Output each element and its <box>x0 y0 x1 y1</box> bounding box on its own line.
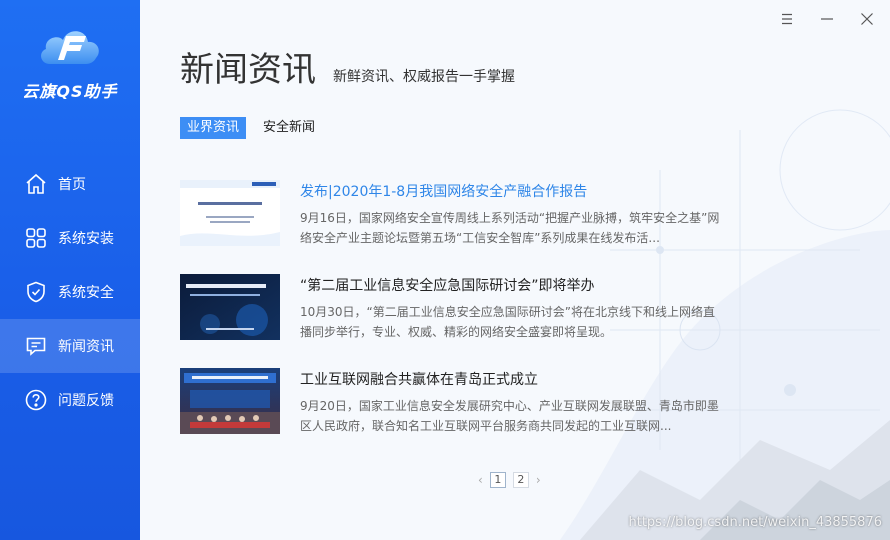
shield-check-icon <box>24 280 48 304</box>
sidebar-item-system-install[interactable]: 系统安装 <box>0 211 140 265</box>
help-circle-icon <box>24 388 48 412</box>
page-button-2[interactable]: 2 <box>512 472 529 488</box>
sidebar-item-feedback[interactable]: 问题反馈 <box>0 373 140 427</box>
news-thumbnail[interactable] <box>180 368 280 434</box>
news-item[interactable]: 发布|2020年1-8月我国网络安全产融合作报告 9月16日，国家网络安全宣传周… <box>180 180 740 274</box>
news-item[interactable]: “第二届工业信息安全应急国际研讨会”即将举办 10月30日，“第二届工业信息安全… <box>180 274 740 368</box>
watermark-url: https://blog.csdn.net/weixin_43855876 <box>628 515 882 530</box>
page-subtitle: 新鲜资讯、权威报告一手掌握 <box>333 69 515 85</box>
sidebar-item-system-security[interactable]: 系统安全 <box>0 265 140 319</box>
message-icon <box>24 334 48 358</box>
sidebar: 云旗QS助手 首页 系统安装 系统安全 新闻资讯 问题反馈 <box>0 0 140 540</box>
sidebar-item-label: 问题反馈 <box>58 393 114 409</box>
page-button-1[interactable]: 1 <box>489 472 506 488</box>
sidebar-item-news[interactable]: 新闻资讯 <box>0 319 140 373</box>
tab-security-news[interactable]: 安全新闻 <box>256 117 322 139</box>
main-panel: 新闻资讯 新鲜资讯、权威报告一手掌握 业界资讯 安全新闻 发布|2020年1-8… <box>140 0 890 540</box>
prev-page-button[interactable]: ‹ <box>478 473 483 487</box>
app-name: 云旗QS助手 <box>22 82 118 101</box>
pagination: ‹ 1 2 › <box>478 472 541 488</box>
news-tabs: 业界资讯 安全新闻 <box>180 117 322 139</box>
news-title[interactable]: “第二届工业信息安全应急国际研讨会”即将举办 <box>300 275 595 295</box>
sidebar-item-home[interactable]: 首页 <box>0 157 140 211</box>
news-item[interactable]: 工业互联网融合共赢体在青岛正式成立 9月20日，国家工业信息安全发展研究中心、产… <box>180 368 740 462</box>
sidebar-item-label: 系统安装 <box>58 231 114 247</box>
sidebar-item-label: 首页 <box>58 177 86 193</box>
menu-icon[interactable] <box>778 10 796 28</box>
sidebar-nav: 首页 系统安装 系统安全 新闻资讯 问题反馈 <box>0 157 140 427</box>
next-page-button[interactable]: › <box>536 473 541 487</box>
tab-industry-news[interactable]: 业界资讯 <box>180 117 247 139</box>
page-title: 新闻资讯 <box>180 50 316 90</box>
news-thumbnail[interactable] <box>180 180 280 246</box>
news-list: 发布|2020年1-8月我国网络安全产融合作报告 9月16日，国家网络安全宣传周… <box>180 180 740 462</box>
close-icon[interactable] <box>858 10 876 28</box>
news-thumbnail[interactable] <box>180 274 280 340</box>
grid-icon <box>24 226 48 250</box>
minimize-icon[interactable] <box>818 10 836 28</box>
home-icon <box>24 172 48 196</box>
sidebar-item-label: 新闻资讯 <box>58 339 114 355</box>
sidebar-item-label: 系统安全 <box>58 285 114 301</box>
app-logo: 云旗QS助手 <box>0 22 140 102</box>
news-summary: 10月30日，“第二届工业信息安全应急国际研讨会”将在北京线下和线上网络直播同步… <box>300 305 715 339</box>
news-title[interactable]: 发布|2020年1-8月我国网络安全产融合作报告 <box>300 181 587 201</box>
window-controls <box>778 10 876 28</box>
news-summary: 9月16日，国家网络安全宣传周线上系列活动“把握产业脉搏，筑牢安全之基”网络安全… <box>300 211 720 245</box>
news-title[interactable]: 工业互联网融合共赢体在青岛正式成立 <box>300 369 538 389</box>
news-summary: 9月20日，国家工业信息安全发展研究中心、产业互联网发展联盟、青岛市即墨区人民政… <box>300 399 719 433</box>
cloud-flag-logo-icon <box>41 31 99 64</box>
